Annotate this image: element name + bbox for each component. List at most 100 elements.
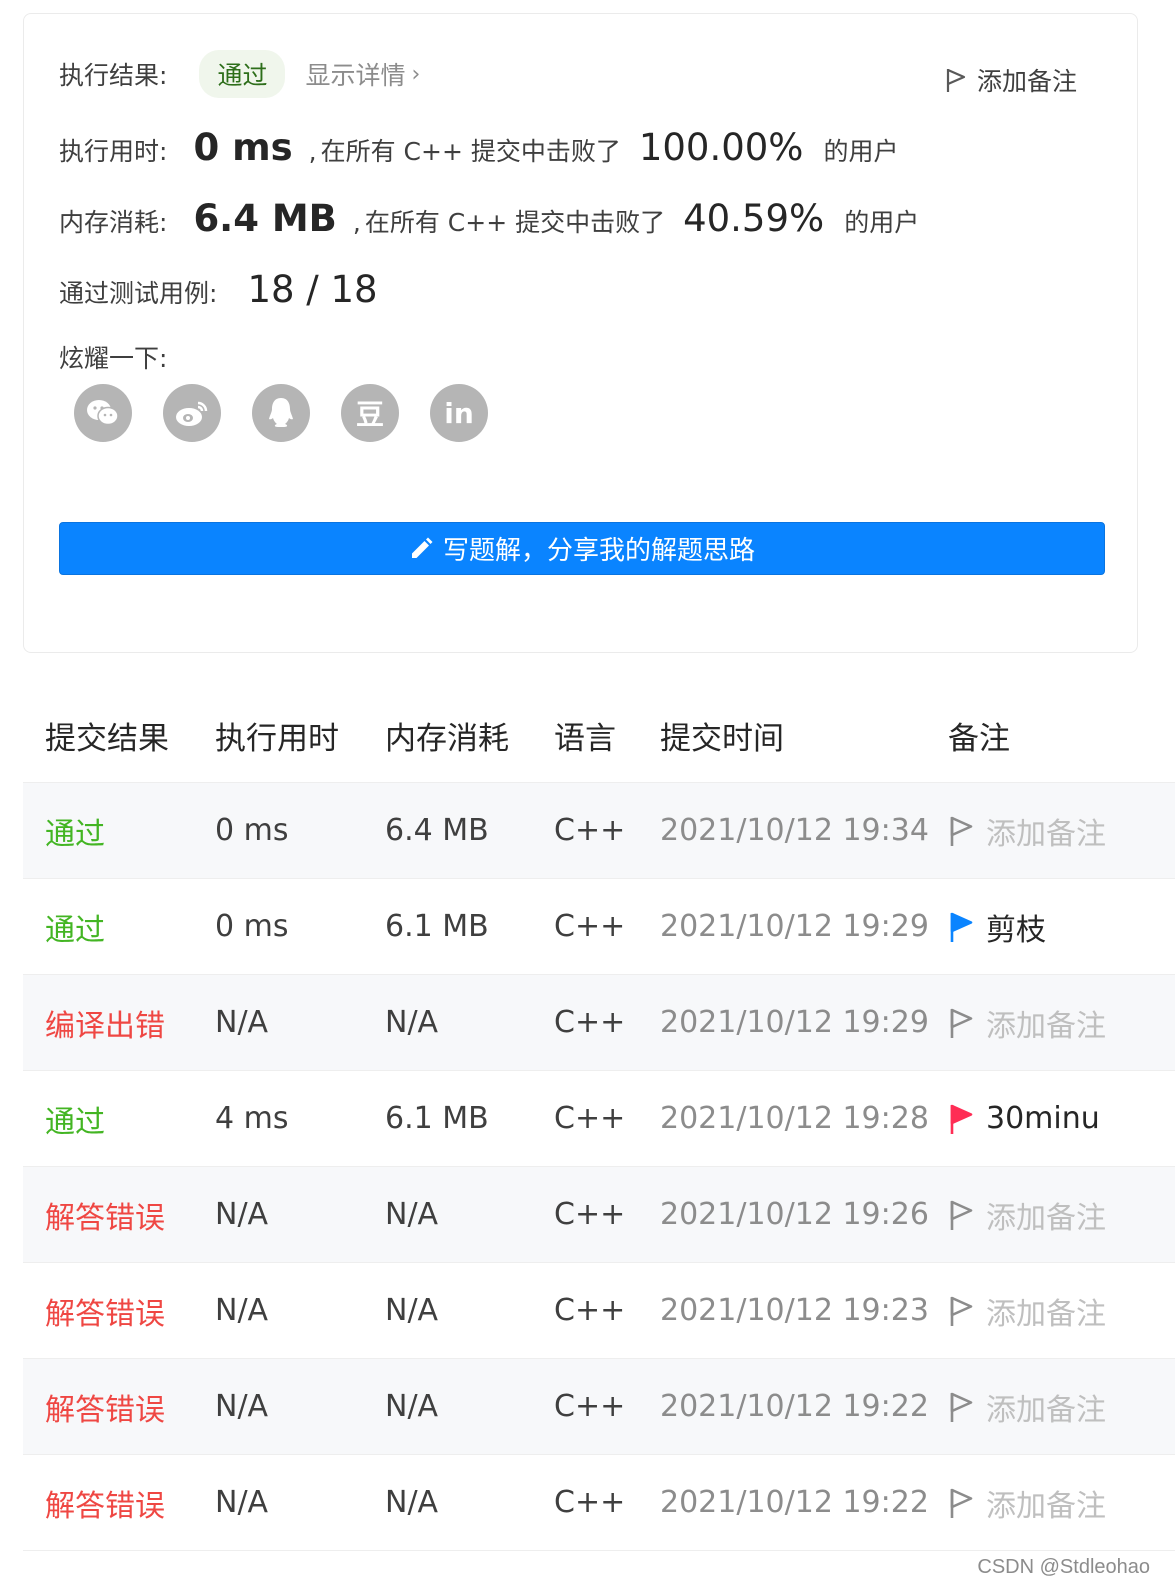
linkedin-icon[interactable]: in [430,384,488,442]
header-runtime: 执行用时 [215,720,339,757]
runtime-text: 在所有 C++ 提交中击败了 [320,137,621,166]
memory-cell: 6.4 MB [385,813,489,848]
note-text: 添加备注 [986,1200,1106,1236]
table-row[interactable]: 通过 0 ms 6.4 MB C++ 2021/10/12 19:34 添加备注 [23,783,1175,879]
runtime-label: 执行用时: [59,137,168,166]
note-text: 添加备注 [986,1296,1106,1332]
note-cell[interactable]: 添加备注 [948,1481,1106,1525]
table-row[interactable]: 解答错误 N/A N/A C++ 2021/10/12 19:26 添加备注 [23,1167,1175,1263]
table-row[interactable]: 解答错误 N/A N/A C++ 2021/10/12 19:22 添加备注 [23,1359,1175,1455]
table-row[interactable]: 解答错误 N/A N/A C++ 2021/10/12 19:23 添加备注 [23,1263,1175,1359]
watermark: CSDN @Stdleohao [977,1556,1150,1578]
runtime-row: 执行用时: 0 ms , 在所有 C++ 提交中击败了 100.00% 的用户 [59,126,898,169]
memory-text: 在所有 C++ 提交中击败了 [364,208,666,237]
write-solution-button[interactable]: 写题解，分享我的解题思路 [59,522,1105,575]
runtime-cell: 0 ms [215,909,289,944]
language-cell: C++ [554,1485,626,1520]
memory-cell: N/A [385,1197,439,1232]
submission-status-link[interactable]: 解答错误 [45,1193,165,1237]
table-row[interactable]: 解答错误 N/A N/A C++ 2021/10/12 19:22 添加备注 [23,1455,1175,1551]
runtime-cell: N/A [215,1197,269,1232]
share-label: 炫耀一下: [59,344,168,373]
note-text: 添加备注 [986,1488,1106,1524]
status-label: 执行结果: [59,61,168,90]
submit-time-cell: 2021/10/12 19:26 [660,1197,929,1232]
submission-status-link[interactable]: 编译出错 [45,1001,165,1045]
note-cell[interactable]: 剪枝 [948,905,1046,949]
table-row[interactable]: 编译出错 N/A N/A C++ 2021/10/12 19:29 添加备注 [23,975,1175,1071]
memory-value: 6.4 MB [193,197,337,240]
memory-cell: 6.1 MB [385,909,489,944]
note-cell[interactable]: 添加备注 [948,1001,1106,1045]
wechat-icon[interactable] [74,384,132,442]
memory-comma: , [352,208,361,237]
memory-cell: N/A [385,1389,439,1424]
linkedin-glyph: in [444,396,474,430]
show-details-link[interactable]: 显示详情 [305,56,405,92]
submit-time-cell: 2021/10/12 19:34 [660,813,929,848]
tests-label: 通过测试用例: [59,279,218,308]
memory-cell: N/A [385,1005,439,1040]
language-cell: C++ [554,909,626,944]
language-cell: C++ [554,1389,626,1424]
note-text: 30minu [986,1101,1100,1136]
flag-outline-icon [950,1488,973,1518]
note-cell[interactable]: 添加备注 [948,1385,1106,1429]
submit-time-cell: 2021/10/12 19:22 [660,1389,929,1424]
table-row[interactable]: 通过 0 ms 6.1 MB C++ 2021/10/12 19:29 剪枝 [23,879,1175,975]
flag-filled-icon [950,912,973,942]
table-header: 提交结果 执行用时 内存消耗 语言 提交时间 备注 [23,688,1175,783]
qq-icon[interactable] [252,384,310,442]
submit-time-cell: 2021/10/12 19:22 [660,1485,929,1520]
submission-status-link[interactable]: 通过 [45,1097,105,1141]
language-cell: C++ [554,1197,626,1232]
flag-outline-icon [950,1008,973,1038]
note-cell[interactable]: 添加备注 [948,1289,1106,1333]
runtime-cell: N/A [215,1389,269,1424]
flag-outline-icon [950,1296,973,1326]
header-note: 备注 [948,720,1010,757]
language-cell: C++ [554,1005,626,1040]
memory-cell: 6.1 MB [385,1101,489,1136]
douban-icon[interactable]: 豆 [341,384,399,442]
submission-status-link[interactable]: 通过 [45,905,105,949]
chevron-right-icon[interactable]: › [411,62,420,87]
douban-glyph: 豆 [355,398,384,431]
tests-value: 18 / 18 [247,268,378,311]
flag-outline-icon [950,1392,973,1422]
add-note-button[interactable]: 添加备注 [945,62,1077,98]
submission-status-link[interactable]: 解答错误 [45,1289,165,1333]
flag-outline-icon [946,68,966,92]
language-cell: C++ [554,813,626,848]
note-cell[interactable]: 添加备注 [948,809,1106,853]
tests-row: 通过测试用例: 18 / 18 [59,268,378,311]
submit-time-cell: 2021/10/12 19:29 [660,909,929,944]
wechat-glyph [87,400,119,426]
runtime-suffix: 的用户 [823,137,899,166]
note-cell[interactable]: 30minu [948,1101,1100,1136]
runtime-value: 0 ms [193,126,293,169]
weibo-icon[interactable] [163,384,221,442]
memory-cell: N/A [385,1293,439,1328]
status-badge: 通过 [199,50,286,98]
memory-label: 内存消耗: [59,208,168,237]
weibo-glyph [176,401,208,426]
runtime-percent: 100.00% [638,126,804,169]
submission-status-link[interactable]: 通过 [45,809,105,853]
runtime-cell: N/A [215,1293,269,1328]
language-cell: C++ [554,1293,626,1328]
memory-cell: N/A [385,1485,439,1520]
note-cell[interactable]: 添加备注 [948,1193,1106,1237]
table-body: 通过 0 ms 6.4 MB C++ 2021/10/12 19:34 添加备注 通过 0 m… [23,783,1175,1551]
memory-suffix: 的用户 [844,208,920,237]
pencil-icon [411,537,433,558]
header-time: 提交时间 [660,720,784,757]
submission-status-link[interactable]: 解答错误 [45,1481,165,1525]
header-status: 提交结果 [45,720,169,757]
header-language: 语言 [554,720,616,757]
runtime-cell: N/A [215,1005,269,1040]
submission-status-link[interactable]: 解答错误 [45,1385,165,1429]
memory-percent: 40.59% [683,197,825,240]
header-memory: 内存消耗 [385,720,509,757]
table-row[interactable]: 通过 4 ms 6.1 MB C++ 2021/10/12 19:28 30minu [23,1071,1175,1167]
